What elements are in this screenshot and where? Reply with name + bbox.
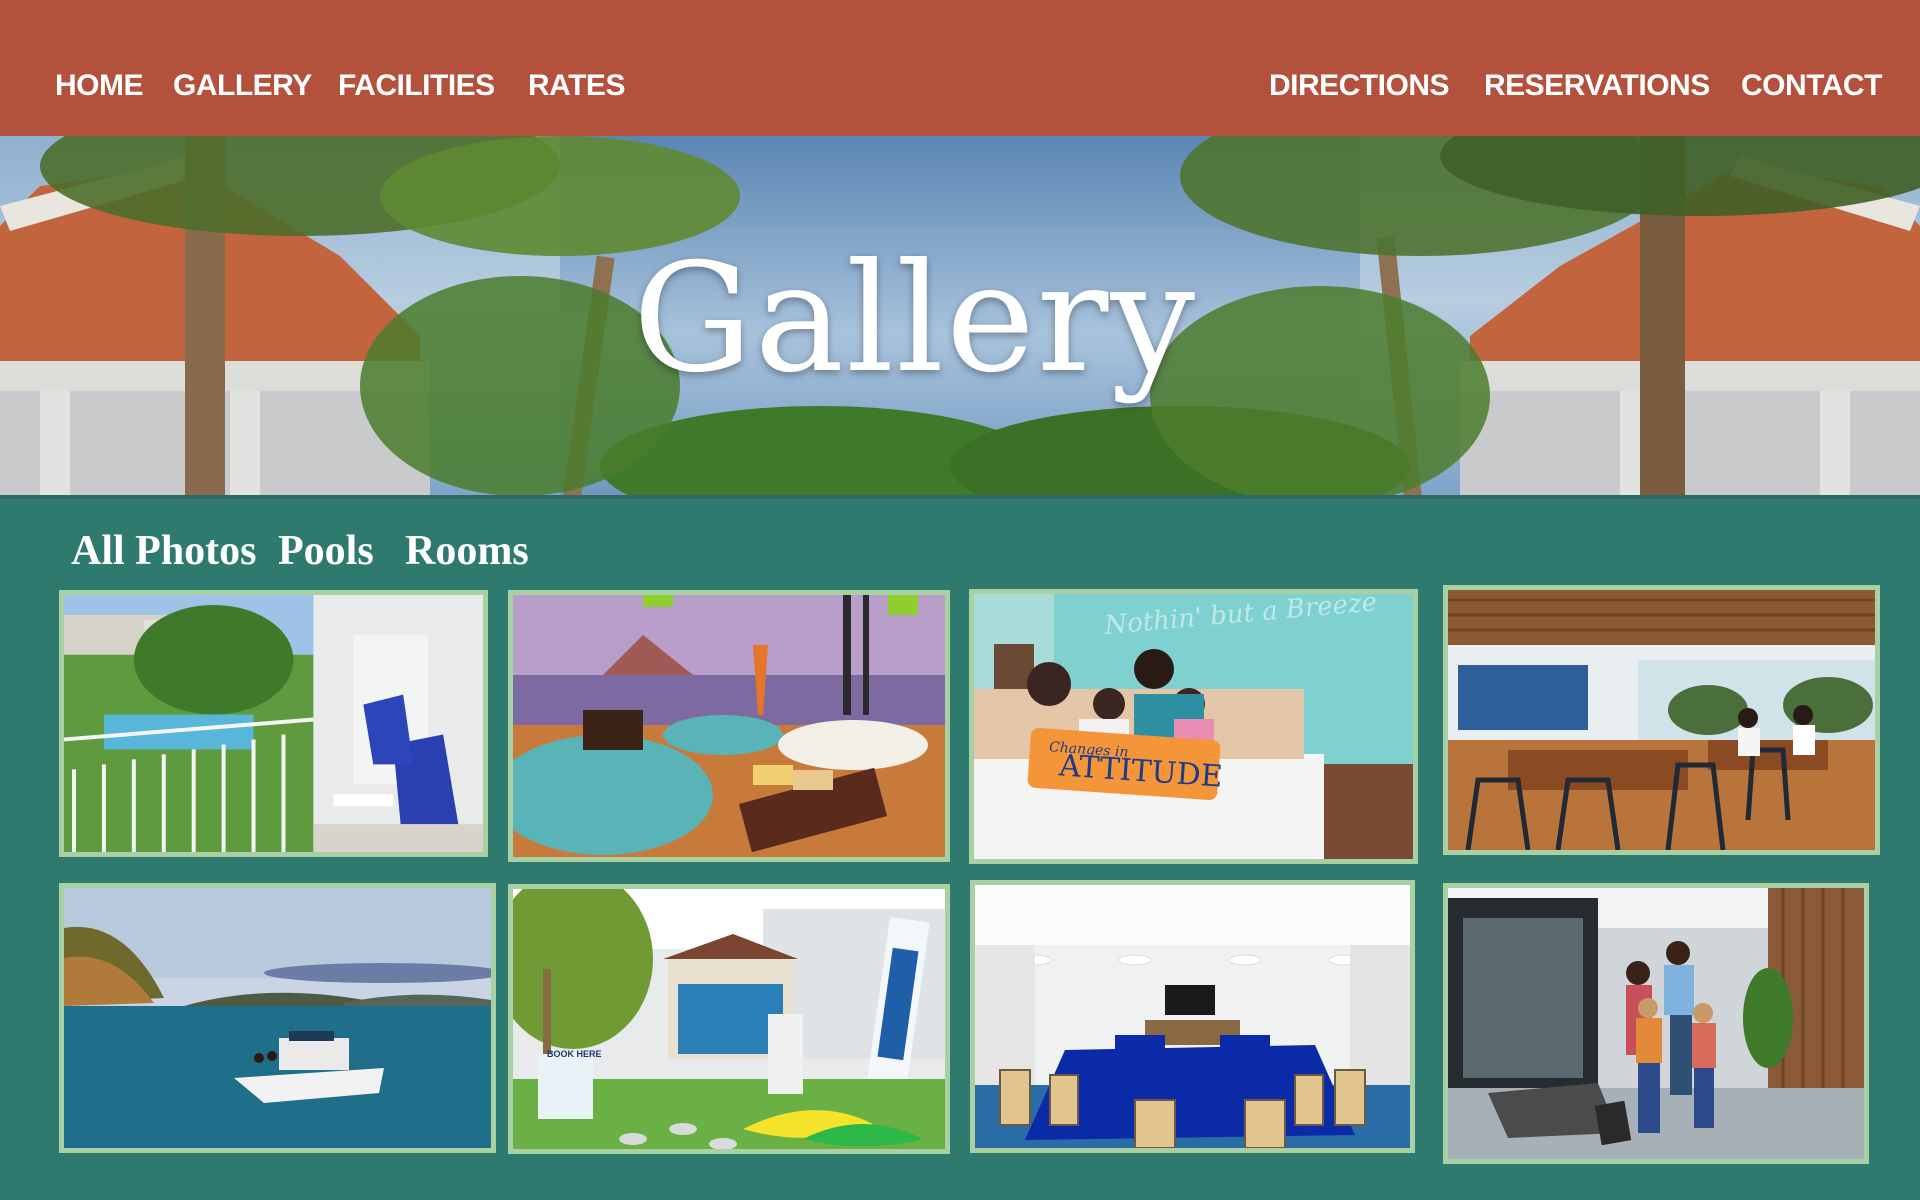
dessert-photo (513, 595, 945, 857)
yacht-photo (64, 888, 491, 1148)
hero-divider (0, 495, 1920, 499)
gallery-tile-meeting-room[interactable] (970, 880, 1415, 1153)
filter-pools[interactable]: Pools (278, 525, 374, 577)
gallery-tile-dessert[interactable] (508, 590, 950, 862)
nav-home[interactable]: HOME (55, 68, 144, 104)
family-bed-photo (974, 594, 1413, 859)
filter-all-photos[interactable]: All Photos (71, 525, 257, 577)
gallery-tile-water-sports[interactable]: BOOK HERE (508, 884, 950, 1154)
nav-gallery[interactable]: GALLERY (173, 68, 312, 104)
gallery-tile-lobby[interactable] (1443, 883, 1869, 1164)
hero-title: Gallery (632, 232, 1198, 406)
lobby-photo (1448, 888, 1864, 1159)
book-here-sign: BOOK HERE (547, 1049, 602, 1059)
gallery-tile-balcony[interactable] (59, 590, 488, 857)
restaurant-photo (1448, 590, 1875, 850)
meeting-room-photo (975, 885, 1410, 1148)
balcony-photo (64, 595, 483, 852)
top-nav: HOME GALLERY FACILITIES RATES DIRECTIONS… (0, 0, 1920, 136)
gallery-tile-family-bed[interactable]: Nothin' but a Breeze Changes in ATTITUDE (969, 589, 1418, 864)
nav-facilities[interactable]: FACILITIES (338, 68, 495, 104)
filter-rooms[interactable]: Rooms (405, 525, 529, 577)
hero-banner: Gallery (0, 136, 1920, 498)
gallery-tile-yacht[interactable] (59, 883, 496, 1153)
nav-reservations[interactable]: RESERVATIONS (1484, 68, 1710, 104)
nav-directions[interactable]: DIRECTIONS (1269, 68, 1450, 104)
nav-contact[interactable]: CONTACT (1741, 68, 1882, 104)
water-sports-photo (513, 889, 945, 1149)
nav-rates[interactable]: RATES (528, 68, 625, 104)
gallery-tile-restaurant[interactable] (1443, 585, 1880, 855)
